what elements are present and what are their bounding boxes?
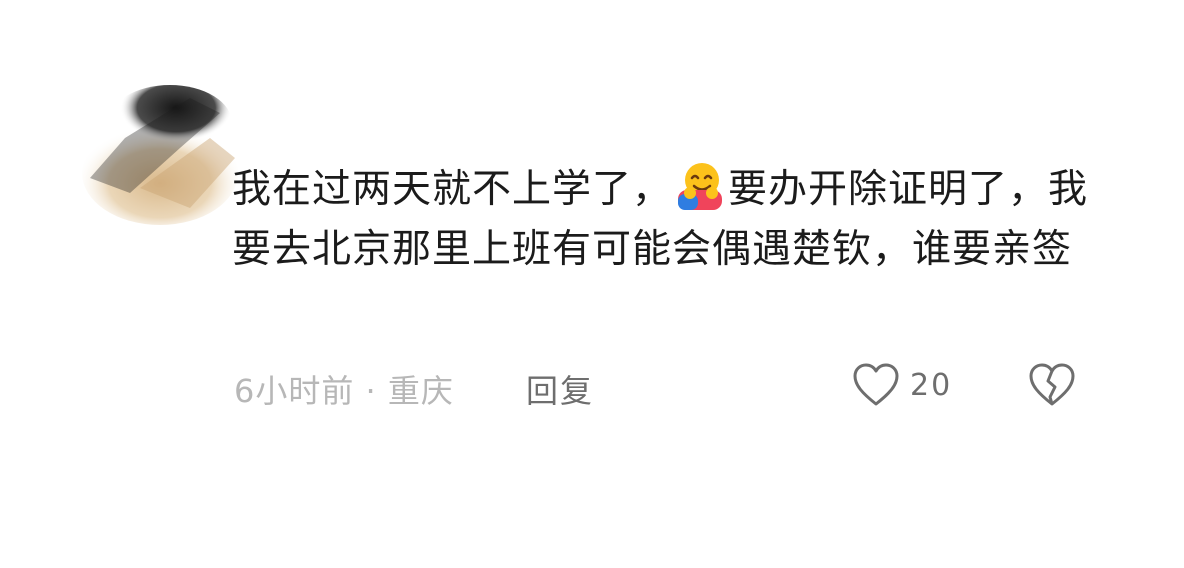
hugging-face-emoji-icon [678,163,723,210]
heart-icon [853,363,899,406]
like-count: 20 [910,368,953,403]
time-location-label: 6小时前 · 重庆 [234,372,454,410]
comment-meta-row: 6小时前 · 重庆 回复 20 [234,360,1094,416]
avatar[interactable] [70,78,240,228]
comment-text-part-1: 我在过两天就不上学了， [232,167,673,212]
comment-text: 我在过两天就不上学了， 要办开除证明了，我要去北京那里上班有可能会偶遇楚钦，谁要… [232,160,1092,280]
broken-heart-icon[interactable] [1028,362,1076,408]
reply-button[interactable]: 回复 [526,366,594,412]
